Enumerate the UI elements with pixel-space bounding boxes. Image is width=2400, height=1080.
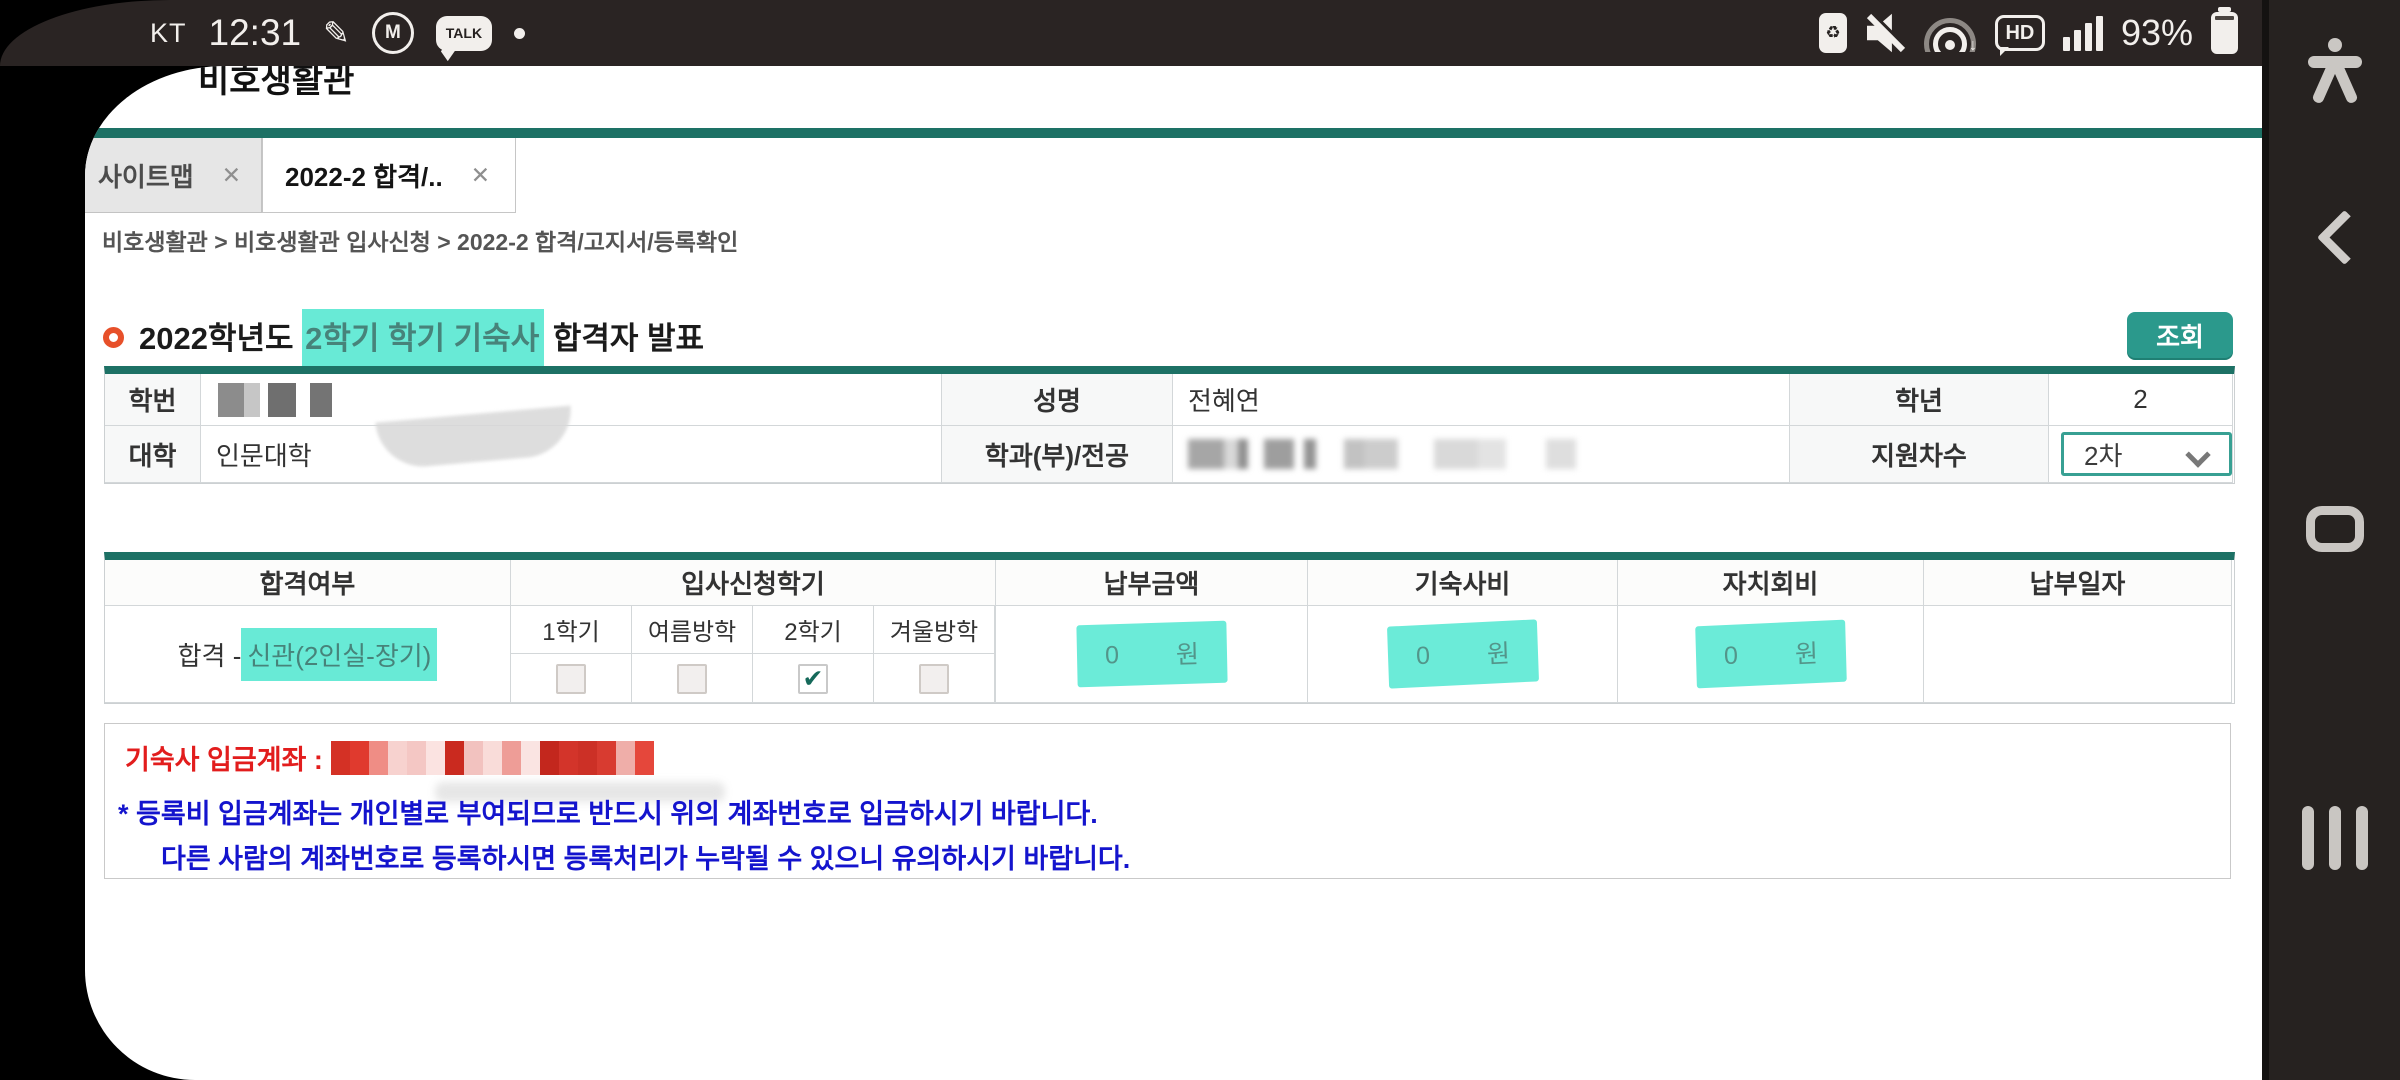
back-button[interactable] [2316, 210, 2371, 265]
wifi-traffic-arrows: ↓↑ [1969, 37, 1977, 52]
council-fee-unit: 원 [1794, 634, 1818, 671]
header-semester: 입사신청학기 [511, 560, 996, 606]
year-value: 2 [2049, 374, 2233, 426]
council-fee-cell: 0 원 [1618, 606, 1924, 703]
dorm-fee-unit: 원 [1486, 634, 1510, 671]
browser-content: 비호생활관 사이트맵 ✕ 2022-2 합격/.. ✕ 비호생활관 > 비호생활… [85, 66, 2262, 1080]
semester-winter-checkbox[interactable] [919, 664, 949, 694]
header-payment-amount: 납부금액 [996, 560, 1308, 606]
account-row: 기숙사 입금계좌 : [125, 738, 654, 777]
student-id-value-redacted [201, 374, 942, 426]
major-label: 학과(부)/전공 [942, 426, 1173, 483]
payment-amount-cell: 0 원 [996, 606, 1308, 703]
name-label: 성명 [942, 374, 1173, 426]
page-title-suffix: 합격자 발표 [544, 321, 704, 356]
header-dorm-fee: 기숙사비 [1308, 560, 1618, 606]
account-label: 기숙사 입금계좌 : [125, 738, 323, 777]
redacted-major [1188, 439, 1576, 469]
tab-strip-accent-line [85, 128, 2262, 138]
semester-summer-label: 여름방학 [632, 606, 753, 654]
council-fee-highlight: 0 원 [1695, 620, 1847, 689]
battery-icon [2211, 12, 2238, 54]
breadcrumb: 비호생활관 > 비호생활관 입사신청 > 2022-2 합격/고지서/등록확인 [102, 223, 738, 257]
clipped-site-title: 비호생활관 [198, 66, 354, 102]
round-dropdown-value: 2차 [2084, 436, 2122, 473]
round-dropdown[interactable]: 2차 [2061, 432, 2232, 476]
wifi-icon: ↓↑ [1923, 14, 1977, 52]
result-table: 합격여부 입사신청학기 납부금액 기숙사비 자치회비 납부일자 합격 - 신관(… [104, 552, 2235, 704]
semester-2-checkbox[interactable]: ✔ [798, 664, 828, 694]
page-title-highlighted-text: 2학기 학기 기숙사 [302, 309, 544, 369]
payment-amount-value: 0 [1104, 641, 1119, 670]
title-bullet-icon [103, 327, 124, 348]
council-fee-value: 0 [1723, 641, 1738, 671]
payment-amount-highlight: 0 원 [1076, 621, 1227, 688]
dorm-fee-value: 0 [1415, 641, 1430, 671]
page-title-prefix: 2022학년도 [139, 321, 302, 356]
more-notifications-dot-icon [514, 28, 525, 39]
semester-1-label: 1학기 [511, 606, 632, 654]
header-acceptance: 합격여부 [105, 560, 511, 606]
close-icon[interactable]: ✕ [222, 162, 241, 189]
battery-saver-icon: ♻ [1819, 13, 1847, 53]
search-button[interactable]: 조회 [2127, 312, 2233, 358]
redacted-account-number [331, 741, 654, 775]
status-bar-right: ♻ ↓↑ HD 93% [1819, 0, 2238, 66]
status-bar-left: KT 12:31 ✎ M TALK [150, 0, 525, 66]
header-payment-date: 납부일자 [1924, 560, 2232, 606]
acceptance-highlighted-text: 신관(2인실-장기) [241, 628, 437, 681]
kakaotalk-notification-icon: TALK [436, 16, 492, 51]
home-button[interactable] [2306, 506, 2364, 552]
college-label: 대학 [105, 426, 201, 483]
semester-2-label: 2학기 [753, 606, 874, 654]
tab-result-label: 2022-2 합격/.. [285, 157, 443, 194]
m-app-notification-icon: M [372, 12, 414, 54]
carrier-label: KT [150, 18, 187, 49]
mute-icon [1865, 13, 1905, 53]
tab-sitemap[interactable]: 사이트맵 ✕ [85, 138, 262, 213]
payment-amount-unit: 원 [1175, 635, 1199, 672]
round-cell: 2차 [2049, 426, 2233, 483]
college-value: 인문대학 [201, 426, 942, 483]
notice-line-1: * 등록비 입금계좌는 개인별로 부여되므로 반드시 위의 계좌번호로 입금하시… [118, 792, 1098, 831]
result-table-body: 합격 - 신관(2인실-장기) 1학기 여름방학 2학기 겨울방학 ✔ [105, 606, 2234, 703]
semester-summer-checkbox[interactable] [677, 664, 707, 694]
semester-1-checkbox[interactable] [556, 664, 586, 694]
accessibility-button[interactable] [2303, 38, 2367, 108]
chevron-down-icon [2185, 442, 2210, 467]
tab-2022-2-result[interactable]: 2022-2 합격/.. ✕ [262, 138, 516, 213]
result-table-header: 합격여부 입사신청학기 납부금액 기숙사비 자치회비 납부일자 [105, 560, 2234, 606]
status-bar: KT 12:31 ✎ M TALK ♻ ↓↑ HD 93% [0, 0, 2262, 66]
name-value: 전혜연 [1173, 374, 1790, 426]
student-id-label: 학번 [105, 374, 201, 426]
dorm-fee-highlight: 0 원 [1387, 619, 1539, 688]
notice-line-2: 다른 사람의 계좌번호로 등록하시면 등록처리가 누락될 수 있으니 유의하시기… [161, 837, 1130, 876]
pencil-notification-icon: ✎ [323, 14, 350, 52]
round-label: 지원차수 [1790, 426, 2049, 483]
year-label: 학년 [1790, 374, 2049, 426]
acceptance-cell: 합격 - 신관(2인실-장기) [105, 606, 511, 703]
page-title: 2022학년도 2학기 학기 기숙사 합격자 발표 [139, 313, 704, 358]
account-notice-box: 기숙사 입금계좌 : * 등록비 입금계좌는 개인별로 부여되므로 반드시 위의… [104, 723, 2231, 879]
acceptance-prefix: 합격 - [178, 636, 242, 673]
payment-date-cell [1924, 606, 2232, 703]
signal-strength-icon [2063, 15, 2103, 51]
header-council-fee: 자치회비 [1618, 560, 1924, 606]
hd-voice-icon: HD [1995, 15, 2045, 51]
dorm-fee-cell: 0 원 [1308, 606, 1618, 703]
redacted-student-id [218, 383, 332, 417]
clock: 12:31 [209, 12, 302, 54]
tab-sitemap-label: 사이트맵 [98, 157, 194, 194]
recent-apps-button[interactable] [2302, 806, 2368, 870]
battery-percent-label: 93% [2121, 12, 2193, 54]
semester-winter-label: 겨울방학 [874, 606, 995, 654]
semester-cell: 1학기 여름방학 2학기 겨울방학 ✔ [511, 606, 996, 703]
major-value-redacted [1173, 426, 1790, 483]
phone-screen: KT 12:31 ✎ M TALK ♻ ↓↑ HD 93% [0, 0, 2400, 1080]
navigation-sidebar [2262, 0, 2400, 1080]
close-icon[interactable]: ✕ [471, 162, 490, 189]
